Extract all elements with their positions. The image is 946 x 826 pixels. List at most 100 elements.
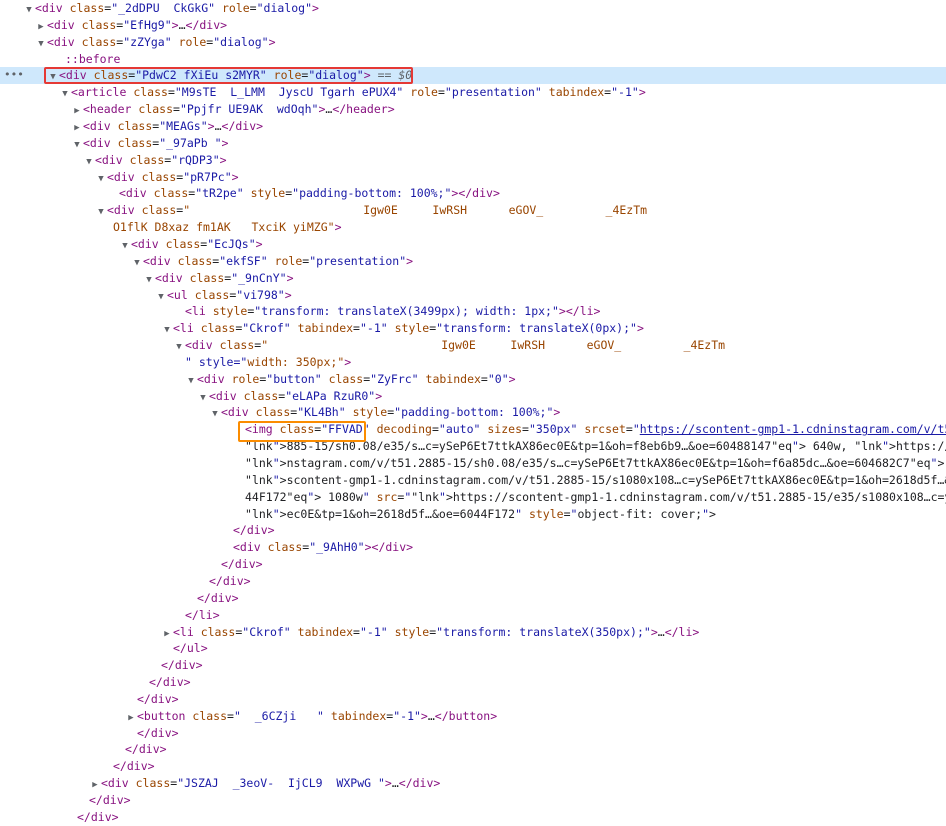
node-markup: ::before [65,51,121,66]
node-markup: </div> [125,742,167,757]
dom-node-row[interactable]: ▼ <div class=" Igw0E IwRSH eGOV_ _4EzTm [0,337,946,354]
dom-node-row[interactable]: </div> [0,657,946,674]
expand-down-triangle-icon[interactable]: ▼ [47,69,59,84]
collapse-right-triangle-icon[interactable]: ▶ [35,19,47,34]
node-markup: <li class="Ckrof" tabindex="-1" style="t… [173,624,700,639]
node-markup: <div class="_2dDPU CkGkG" role="dialog"> [35,1,319,15]
expand-down-triangle-icon[interactable]: ▼ [23,2,35,17]
node-markup: <button class=" _6CZji " tabindex="-1">…… [137,708,498,723]
dom-node-row[interactable]: " style="width: 350px;"> [0,354,946,371]
expand-down-triangle-icon[interactable]: ▼ [35,36,47,51]
expand-down-triangle-icon[interactable]: ▼ [143,272,155,287]
dom-node-row[interactable]: ::before [0,51,946,68]
dom-node-row[interactable]: O1flK D8xaz fm1AK TxciK yiMZG"> [0,219,946,236]
node-markup: </div> [161,658,203,673]
more-options-icon[interactable]: ••• [4,68,24,81]
dom-node-row[interactable]: ▶ <li class="Ckrof" tabindex="-1" style="… [0,624,946,641]
dom-node-row[interactable]: </div> [0,691,946,708]
dom-node-row[interactable]: </div> [0,522,946,539]
expand-down-triangle-icon[interactable]: ▼ [119,238,131,253]
dom-node-row[interactable]: </div> [0,792,946,809]
dom-node-row[interactable]: ▼ <ul class="vi798"> [0,287,946,304]
node-markup: <div role="button" class="ZyFrc" tabinde… [197,371,516,386]
node-markup: <article class="M9sTE L_LMM JyscU Tgarh … [71,85,646,100]
dom-node-row[interactable]: </div> [0,809,946,826]
dom-node-row[interactable]: ▼ <div role="button" class="ZyFrc" tabind… [0,371,946,388]
collapse-right-triangle-icon[interactable]: ▶ [71,103,83,118]
collapse-right-triangle-icon[interactable]: ▶ [89,777,101,792]
node-markup: <ul class="vi798"> [167,287,292,302]
node-markup: </div> [233,523,275,538]
collapse-right-triangle-icon[interactable]: ▶ [161,626,173,641]
dom-node-row[interactable]: ▼ <div class="zZYga" role="dialog"> [0,34,946,51]
dom-node-row[interactable]: ▶ <div class="JSZAJ _3eoV- IjCL9 WXPwG ">… [0,775,946,792]
node-markup: </div> [149,675,191,689]
dom-node-row[interactable]: ▼ <div class="_9nCnY"> [0,270,946,287]
dom-node-row[interactable]: <li style="transform: translateX(3499px)… [0,303,946,320]
dom-node-row[interactable]: ▼ <div class="pR7Pc"> [0,169,946,186]
dom-node-row[interactable]: ▼ <article class="M9sTE L_LMM JyscU Tgarh… [0,84,946,101]
dom-node-row[interactable]: </div> [0,741,946,758]
node-markup: <img class="FFVAD" decoding="auto" sizes… [245,422,946,437]
expand-down-triangle-icon[interactable]: ▼ [155,289,167,304]
collapse-right-triangle-icon[interactable]: ▶ [71,120,83,135]
dom-node-row[interactable]: </div> [0,725,946,742]
dom-node-row[interactable]: <div class="_9AhH0"></div> [0,539,946,556]
dom-node-row[interactable]: ▼ <div class=" Igw0E IwRSH eGOV_ _4EzTm [0,202,946,219]
dom-node-row[interactable]: ▼ <div class="rQDP3"> [0,152,946,169]
dom-node-row[interactable]: "lnk">scontent-gmp1-1.cdninstagram.com/v… [0,472,946,489]
dom-node-row[interactable]: ▶ <div class="MEAGs">…</div> [0,118,946,135]
node-markup: O1flK D8xaz fm1AK TxciK yiMZG"> [113,220,342,235]
expand-down-triangle-icon[interactable]: ▼ [95,204,107,219]
expand-down-triangle-icon[interactable]: ▼ [185,373,197,388]
expand-down-triangle-icon[interactable]: ▼ [83,154,95,169]
dom-node-row[interactable]: </div> [0,674,946,691]
dom-node-row[interactable]: ▼ <div class="KL4Bh" style="padding-botto… [0,404,946,421]
expand-down-triangle-icon[interactable]: ▼ [59,86,71,101]
dom-node-row[interactable]: ▼ <div class="_97aPb "> [0,135,946,152]
dom-node-row[interactable]: ▼ <div class="ekfSF" role="presentation"> [0,253,946,270]
expand-down-triangle-icon[interactable]: ▼ [95,171,107,186]
node-markup: </div> [89,793,131,807]
expand-down-triangle-icon[interactable]: ▼ [197,390,209,405]
expand-down-triangle-icon[interactable]: ▼ [173,339,185,354]
dom-node-row[interactable]: ▼ <div class="_2dDPU CkGkG" role="dialog"… [0,0,946,17]
expand-down-triangle-icon[interactable]: ▼ [131,255,143,270]
dom-node-row[interactable]: ▼ <div class="EcJQs"> [0,236,946,253]
dom-node-row[interactable]: ▼ <div class="eLAPa RzuR0"> [0,388,946,405]
node-markup: </div> [113,759,155,774]
dom-node-row[interactable]: ▶ <div class="EfHg9">…</div> [0,17,946,34]
dom-node-row[interactable]: "lnk">nstagram.com/v/t51.2885-15/sh0.08/… [0,455,946,472]
dom-node-row[interactable]: ▶ <header class="Ppjfr UE9AK wdOqh">…</he… [0,101,946,118]
dom-node-row[interactable]: "lnk">885-15/sh0.08/e35/s…c=ySeP6Et7ttkA… [0,438,946,455]
expand-down-triangle-icon[interactable]: ▼ [209,406,221,421]
node-markup: <div class=" Igw0E IwRSH eGOV_ _4EzTm [107,203,648,218]
dom-node-row[interactable]: ▼ <li class="Ckrof" tabindex="-1" style="… [0,320,946,337]
dom-node-row[interactable]: ▶ <button class=" _6CZji " tabindex="-1">… [0,708,946,725]
node-markup: <div class="eLAPa RzuR0"> [209,388,383,403]
collapse-right-triangle-icon[interactable]: ▶ [125,710,137,725]
node-markup: <div class="_97aPb "> [83,135,229,150]
node-markup: <div class="MEAGs">…</div> [83,119,264,133]
dom-node-row[interactable]: </div> [0,556,946,573]
dom-node-row[interactable]: 44F172"eq"> 1080w" src=""lnk">https://sc… [0,489,946,506]
dom-node-row[interactable]: </div> [0,590,946,607]
node-markup: "lnk">scontent-gmp1-1.cdninstagram.com/v… [245,472,946,487]
node-markup: </div> [137,691,179,706]
selected-node-row[interactable]: ▼ <div class="PdwC2 fXiEu s2MYR" role="di… [0,67,946,85]
dom-node-row[interactable]: <div class="tR2pe" style="padding-bottom… [0,185,946,202]
dom-node-row[interactable]: </li> [0,607,946,624]
node-markup: <div class="_9AhH0"></div> [233,540,414,555]
node-markup: "lnk">885-15/sh0.08/e35/s…c=ySeP6Et7ttkA… [245,439,946,454]
expand-down-triangle-icon[interactable]: ▼ [71,137,83,152]
node-markup: <li style="transform: translateX(3499px)… [185,304,601,319]
node-markup: </div> [209,573,251,588]
dom-node-row[interactable]: "lnk">ec0E&tp=1&oh=2618d5f…&oe=6044F172"… [0,506,946,523]
dom-node-row[interactable]: </ul> [0,640,946,657]
dom-node-row[interactable]: </div> [0,573,946,590]
node-markup: <div class="KL4Bh" style="padding-bottom… [221,405,561,420]
dom-node-row[interactable]: <img class="FFVAD" decoding="auto" sizes… [0,421,946,438]
dom-node-row[interactable]: </div> [0,758,946,775]
expand-down-triangle-icon[interactable]: ▼ [161,322,173,337]
node-markup: </ul> [173,641,208,656]
